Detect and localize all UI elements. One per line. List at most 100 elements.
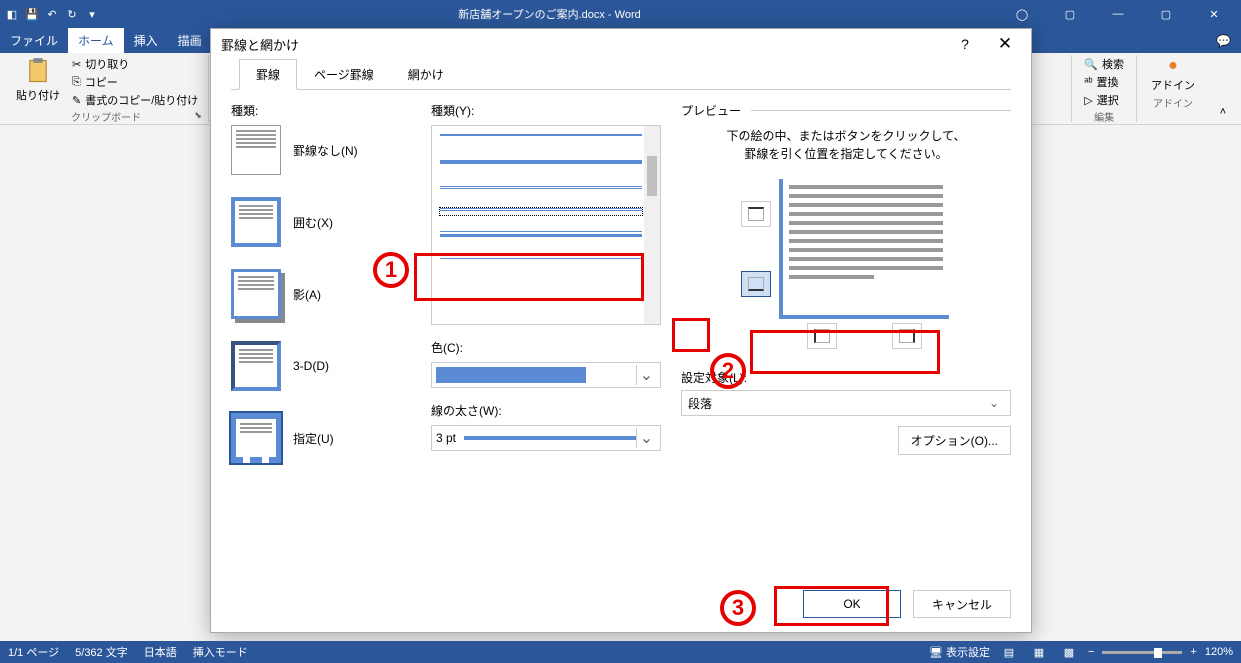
apply-to-value: 段落 — [688, 395, 712, 412]
editing-group-label: 編集 — [1080, 109, 1128, 126]
zoom-out-button[interactable]: − — [1088, 646, 1094, 658]
clipboard-dialog-launcher[interactable]: ⬊ — [194, 110, 206, 122]
cut-button[interactable]: ✂切り取り — [68, 55, 202, 73]
style-item-selected[interactable] — [440, 208, 642, 215]
status-words[interactable]: 5/362 文字 — [75, 644, 128, 660]
preview-label: プレビュー — [681, 102, 1011, 119]
clipboard-group: 貼り付け ✂切り取り ⎘コピー ✎書式のコピー/貼り付け クリップボード ⬊ — [4, 55, 209, 122]
style-item[interactable] — [440, 160, 642, 170]
addins-button[interactable]: ● アドイン — [1145, 55, 1201, 95]
apply-to-label: 設定対象(L): — [681, 369, 1011, 386]
setting-3d-thumb — [231, 341, 281, 391]
apply-to-select[interactable]: 段落 ⌄ — [681, 390, 1011, 416]
style-scrollbar[interactable] — [644, 126, 660, 324]
brush-icon: ✎ — [72, 94, 81, 107]
status-language[interactable]: 日本語 — [144, 644, 177, 660]
format-painter-button[interactable]: ✎書式のコピー/貼り付け — [68, 91, 202, 109]
cancel-button[interactable]: キャンセル — [913, 590, 1011, 618]
replace-icon: ᵃᵇ — [1084, 76, 1092, 88]
preview-diagram[interactable] — [779, 179, 949, 319]
chevron-down-icon: ⌄ — [636, 365, 656, 385]
preview-top-border-button[interactable] — [741, 201, 771, 227]
setting-box[interactable]: 囲む(X) — [231, 197, 411, 247]
web-layout-icon[interactable]: ▩ — [1058, 644, 1080, 660]
style-item[interactable] — [440, 253, 642, 259]
tab-home[interactable]: ホーム — [68, 28, 124, 53]
setting-label: 種類: — [231, 102, 411, 119]
share-icon[interactable]: 💬 — [1206, 30, 1241, 52]
minimize-button[interactable]: — — [1095, 0, 1141, 28]
style-label: 種類(Y): — [431, 102, 661, 119]
ok-button[interactable]: OK — [803, 590, 901, 618]
replace-button[interactable]: ᵃᵇ置換 — [1080, 73, 1128, 91]
zoom-slider[interactable] — [1102, 651, 1182, 654]
setting-box-thumb — [231, 197, 281, 247]
select-button[interactable]: ▷選択 — [1080, 91, 1128, 109]
preview-right-border-button[interactable] — [892, 323, 922, 349]
width-select[interactable]: 3 pt ⌄ — [431, 425, 661, 451]
save-icon[interactable]: 💾 — [24, 6, 40, 22]
editing-group: 🔍検索 ᵃᵇ置換 ▷選択 編集 — [1071, 55, 1136, 122]
read-mode-icon[interactable]: ▤ — [998, 644, 1020, 660]
style-list[interactable] — [431, 125, 661, 325]
style-item[interactable] — [440, 134, 642, 144]
setting-custom[interactable]: 指定(U) — [231, 413, 411, 463]
tab-draw[interactable]: 描画 — [168, 28, 212, 53]
width-sample — [464, 436, 636, 440]
addins-group: ● アドイン アドイン — [1136, 55, 1209, 122]
display-settings-button[interactable]: 🖥 表示設定 — [929, 644, 990, 660]
search-icon: 🔍 — [1084, 58, 1098, 71]
undo-icon[interactable]: ↶ — [44, 6, 60, 22]
document-title: 新店舗オープンのご案内.docx - Word — [100, 6, 999, 22]
zoom-in-button[interactable]: + — [1190, 646, 1196, 658]
zoom-level[interactable]: 120% — [1205, 646, 1233, 658]
width-label: 線の太さ(W): — [431, 402, 661, 419]
maximize-button[interactable]: ▢ — [1143, 0, 1189, 28]
title-bar: ◧ 💾 ↶ ↻ ▾ 新店舗オープンのご案内.docx - Word ◯ ▢ — … — [0, 0, 1241, 28]
color-select[interactable]: ⌄ — [431, 362, 661, 388]
tab-page-borders[interactable]: ページ罫線 — [297, 59, 391, 90]
style-item[interactable] — [440, 231, 642, 237]
addins-group-label: アドイン — [1145, 95, 1201, 112]
setting-none[interactable]: 罫線なし(N) — [231, 125, 411, 175]
paste-button[interactable]: 貼り付け — [10, 55, 66, 109]
status-page[interactable]: 1/1 ページ — [8, 644, 59, 660]
setting-shadow-thumb — [231, 269, 281, 319]
collapse-ribbon-icon[interactable]: ˄ — [1220, 106, 1226, 118]
style-item[interactable] — [440, 186, 642, 192]
copy-icon: ⎘ — [72, 76, 81, 89]
clipboard-icon — [24, 57, 52, 85]
options-button[interactable]: オプション(O)... — [898, 426, 1011, 455]
status-mode[interactable]: 挿入モード — [193, 644, 248, 660]
tab-borders[interactable]: 罫線 — [239, 59, 297, 90]
setting-none-thumb — [231, 125, 281, 175]
dialog-titlebar: 罫線と網かけ ? ✕ — [211, 29, 1031, 59]
redo-icon[interactable]: ↻ — [64, 6, 80, 22]
borders-shading-dialog: 罫線と網かけ ? ✕ 罫線 ページ罫線 網かけ 種類: 罫線なし(N) 囲む(X… — [210, 28, 1032, 633]
tab-file[interactable]: ファイル — [0, 28, 68, 53]
print-layout-icon[interactable]: ▦ — [1028, 644, 1050, 660]
dialog-close-button[interactable]: ✕ — [989, 28, 1021, 60]
addin-icon: ● — [1168, 57, 1178, 75]
copy-button[interactable]: ⎘コピー — [68, 73, 202, 91]
preview-left-border-button[interactable] — [807, 323, 837, 349]
account-icon[interactable]: ◯ — [999, 0, 1045, 28]
ribbon-display-icon[interactable]: ▢ — [1047, 0, 1093, 28]
autosave-toggle[interactable]: ◧ — [4, 6, 20, 22]
dialog-help-button[interactable]: ? — [949, 28, 981, 60]
cursor-icon: ▷ — [1084, 94, 1092, 107]
setting-3d[interactable]: 3-D(D) — [231, 341, 411, 391]
status-bar: 1/1 ページ 5/362 文字 日本語 挿入モード 🖥 表示設定 ▤ ▦ ▩ … — [0, 641, 1241, 663]
paste-label: 貼り付け — [16, 87, 60, 103]
color-swatch — [436, 367, 586, 383]
setting-shadow[interactable]: 影(A) — [231, 269, 411, 319]
preview-bottom-border-button[interactable] — [741, 271, 771, 297]
tab-insert[interactable]: 挿入 — [124, 28, 168, 53]
close-button[interactable]: ✕ — [1191, 0, 1237, 28]
scissors-icon: ✂ — [72, 58, 81, 71]
width-value: 3 pt — [436, 431, 456, 445]
color-label: 色(C): — [431, 339, 661, 356]
find-button[interactable]: 🔍検索 — [1080, 55, 1128, 73]
tab-shading[interactable]: 網かけ — [391, 59, 461, 90]
qat-customize-icon[interactable]: ▾ — [84, 6, 100, 22]
